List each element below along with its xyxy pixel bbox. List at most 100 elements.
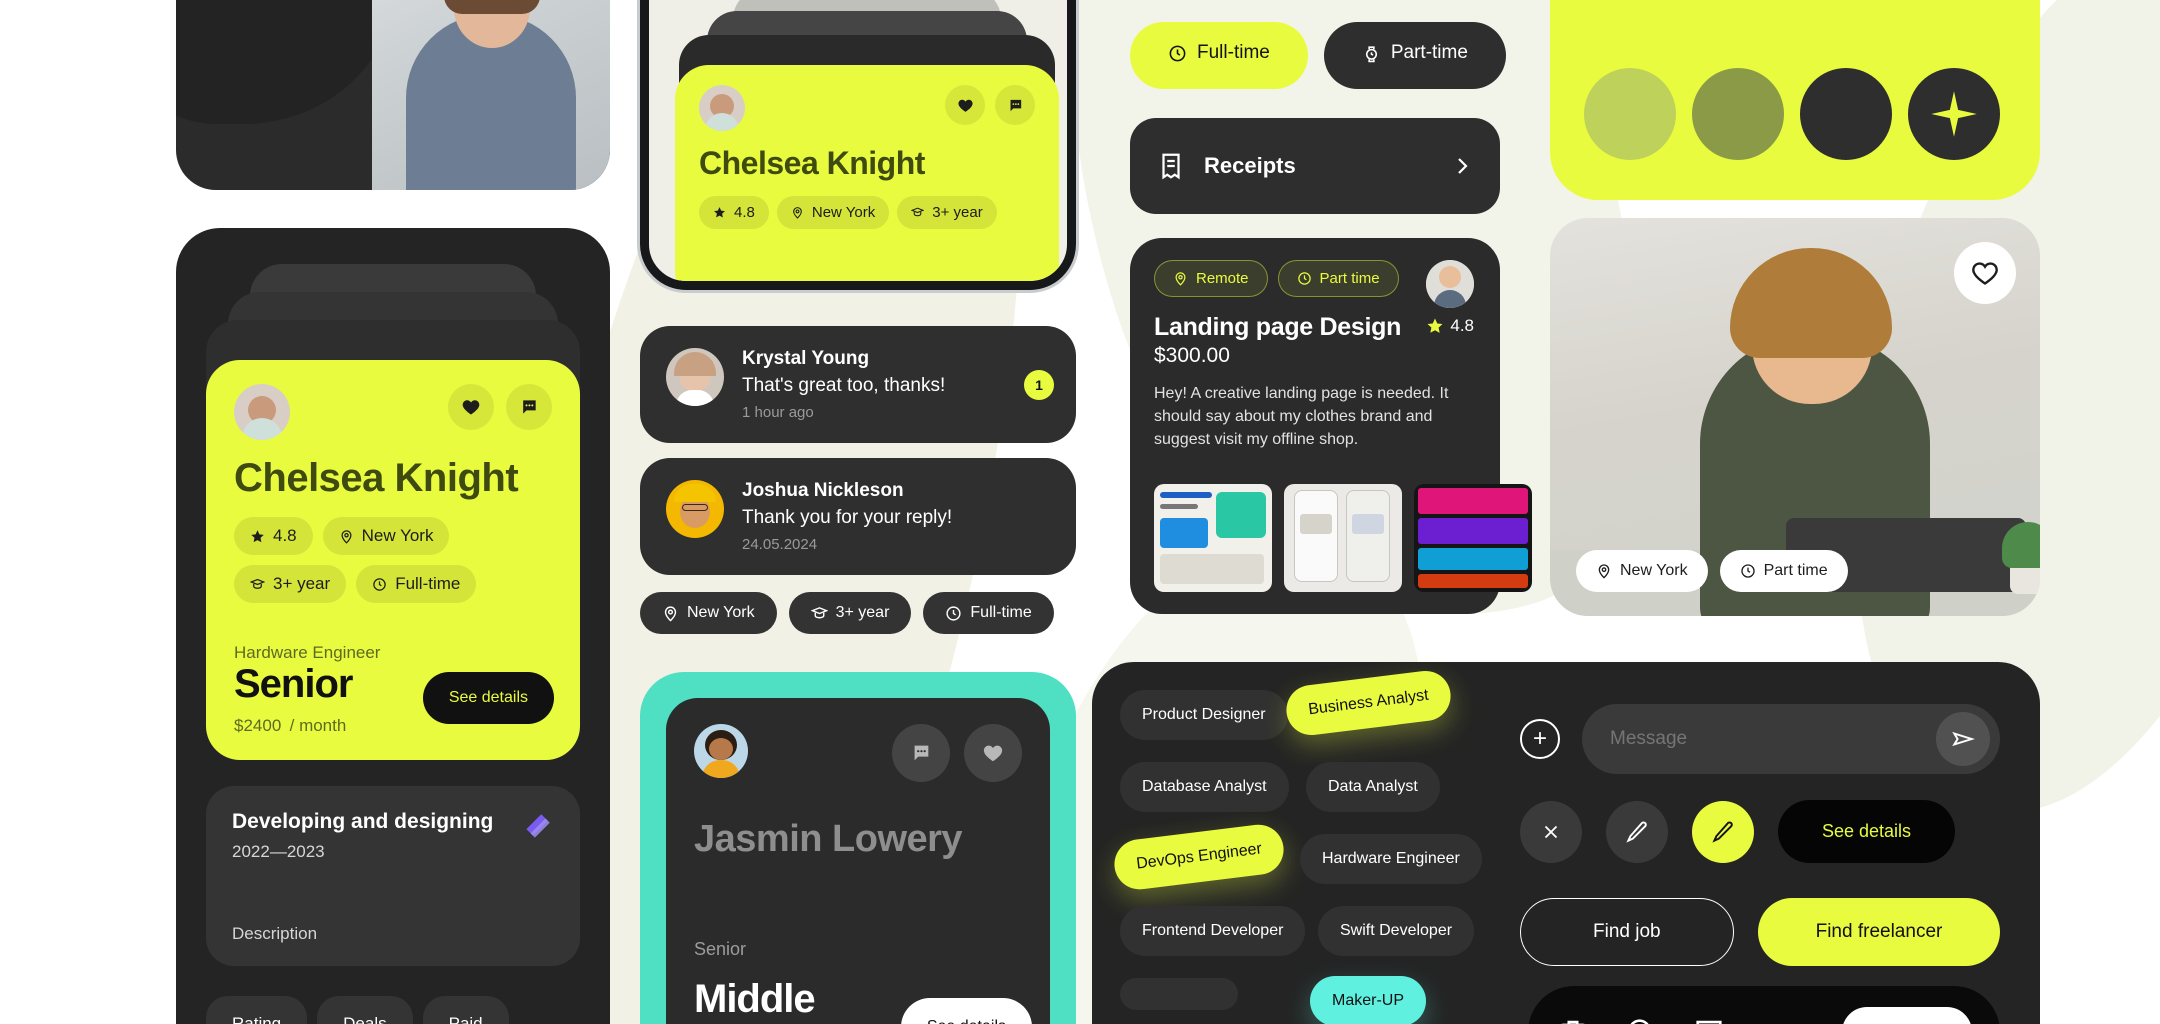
chip-label: Part time [1319, 270, 1380, 287]
avatar [694, 724, 748, 778]
chip-parttime[interactable]: Part time [1277, 260, 1399, 297]
clock-icon [1740, 564, 1755, 578]
company-logo-icon [526, 814, 550, 838]
chip-label: 3+ year [932, 204, 983, 221]
experience-title: Developing and designing [232, 810, 494, 833]
message-field[interactable] [1582, 704, 2000, 774]
search-icon[interactable] [1624, 1015, 1658, 1024]
chip-label: Remote [1196, 270, 1249, 287]
phone-mockup: DevOps Engineer 238 results Chelsea Knig… [640, 0, 1076, 290]
left-tab-bar: Rating Deals Paid [206, 996, 509, 1024]
full-time-button[interactable]: Full-time [1130, 22, 1308, 89]
chip-location[interactable]: New York [776, 196, 890, 229]
heart-icon[interactable] [448, 384, 494, 430]
tag-frontend-developer[interactable]: Frontend Developer [1120, 906, 1306, 956]
gallery-thumb[interactable] [1154, 484, 1272, 592]
message-row[interactable]: Joshua Nickleson Thank you for your repl… [640, 458, 1076, 575]
chevron-right-icon[interactable] [1450, 154, 1474, 178]
chip-experience[interactable]: 3+ year [234, 565, 347, 603]
gallery-thumb[interactable] [1284, 484, 1402, 592]
nav-profile-button[interactable]: Profile [1841, 1007, 1972, 1024]
education-icon [250, 578, 265, 589]
tag-makeup[interactable]: Maker-UP [1310, 976, 1427, 1024]
teal-profile-name: Jasmin Lowery [694, 818, 963, 860]
part-time-button[interactable]: Part-time [1323, 22, 1506, 89]
tag-database-analyst[interactable]: Database Analyst [1120, 762, 1289, 812]
cta-button-row: Find job Find freelancer [1520, 898, 2001, 966]
filter-chip-location[interactable]: New York [640, 592, 777, 634]
unread-badge: 1 [1024, 369, 1054, 400]
teal-profile-sub: Senior [694, 939, 747, 959]
receipts-label: Receipts [1204, 153, 1296, 178]
see-details-button[interactable]: See details [422, 672, 554, 724]
message-text: Thank you for your reply! [742, 507, 953, 528]
avatar [699, 85, 745, 131]
chip-rating[interactable]: 4.8 [234, 517, 313, 555]
profile-chip-list: 4.8 New York 3+ year Full-time [234, 517, 552, 603]
filter-chip-experience[interactable]: 3+ year [788, 592, 912, 634]
chat-icon[interactable] [995, 85, 1035, 125]
filter-chip-jobtype[interactable]: Full-time [923, 592, 1054, 634]
message-sender: Krystal Young [742, 348, 870, 369]
color-dot [1800, 68, 1892, 160]
see-details-button[interactable]: See details [1778, 800, 1956, 863]
tab-rating[interactable]: Rating [206, 996, 308, 1024]
close-icon[interactable] [1520, 800, 1582, 863]
chat-icon[interactable] [506, 384, 552, 430]
part-time-label: Part-time [1390, 42, 1468, 63]
heart-icon[interactable] [945, 85, 985, 125]
message-input[interactable] [1610, 728, 1936, 750]
find-job-button[interactable]: Find job [1520, 898, 1734, 966]
action-button-row: See details [1520, 800, 1956, 863]
avatar [234, 384, 290, 440]
chip-rating[interactable]: 4.8 [699, 196, 769, 229]
chat-icon[interactable] [1692, 1015, 1726, 1024]
experience-card[interactable]: Developing and designing 2022—2023 Descr… [206, 786, 580, 966]
tag-product-designer[interactable]: Product Designer [1120, 690, 1288, 740]
heart-outline-icon[interactable] [1954, 242, 2016, 304]
tag-data-analyst[interactable]: Data Analyst [1306, 762, 1440, 812]
chip-label: 4.8 [273, 526, 297, 545]
education-icon [810, 606, 828, 618]
tab-deals[interactable]: Deals [317, 996, 413, 1024]
gallery-thumb[interactable] [1414, 484, 1532, 592]
star-icon [251, 529, 264, 542]
chip-parttime[interactable]: Part time [1719, 550, 1848, 592]
phone-profile-card[interactable]: Chelsea Knight 4.8 New York 3+ year [675, 65, 1059, 281]
chip-location[interactable]: New York [322, 517, 450, 555]
location-icon [793, 207, 802, 219]
chip-location[interactable]: New York [1576, 550, 1708, 592]
message-row[interactable]: Krystal Young That's great too, thanks! … [640, 326, 1076, 443]
tab-paid[interactable]: Paid [422, 996, 509, 1024]
tag-extra[interactable] [1120, 978, 1238, 1010]
find-freelancer-button[interactable]: Find freelancer [1757, 898, 2001, 966]
plus-circle-icon[interactable]: + [1520, 719, 1560, 759]
clock-icon [946, 605, 961, 621]
receipts-row[interactable]: Receipts [1130, 118, 1500, 214]
job-card[interactable]: Remote Part time 4.8 Landing page Design… [1130, 238, 1532, 614]
briefcase-icon[interactable] [1556, 1015, 1590, 1024]
teal-profile-card[interactable]: Jasmin Lowery Senior Middle See details [666, 698, 1050, 1024]
see-details-button[interactable]: See details [900, 998, 1032, 1024]
chip-label: 3+ year [835, 604, 890, 621]
pencil-icon-active[interactable] [1692, 800, 1754, 863]
send-icon[interactable] [1936, 712, 1990, 766]
hero-photo [372, 0, 610, 190]
freelancer-photo-card[interactable]: New York Part time [1550, 218, 2040, 616]
chip-label: Part time [1763, 562, 1828, 579]
heart-icon[interactable] [964, 724, 1022, 782]
chip-remote[interactable]: Remote [1154, 260, 1268, 297]
pencil-icon[interactable] [1606, 800, 1668, 863]
chip-experience[interactable]: 3+ year [897, 196, 997, 229]
profile-card[interactable]: Chelsea Knight 4.8 New York 3+ year Full… [206, 360, 580, 760]
tag-devops-engineer[interactable]: DevOps Engineer [1111, 821, 1287, 893]
location-icon [1598, 564, 1610, 579]
chip-jobtype[interactable]: Full-time [356, 565, 477, 603]
chip-label: New York [687, 604, 755, 621]
chat-icon[interactable] [892, 724, 950, 782]
tag-swift-developer[interactable]: Swift Developer [1318, 906, 1475, 956]
message-text: That's great too, thanks! [742, 375, 946, 396]
tag-business-analyst[interactable]: Business Analyst [1283, 668, 1454, 738]
color-dot-row [1584, 68, 2000, 160]
tag-hardware-engineer[interactable]: Hardware Engineer [1300, 834, 1482, 884]
